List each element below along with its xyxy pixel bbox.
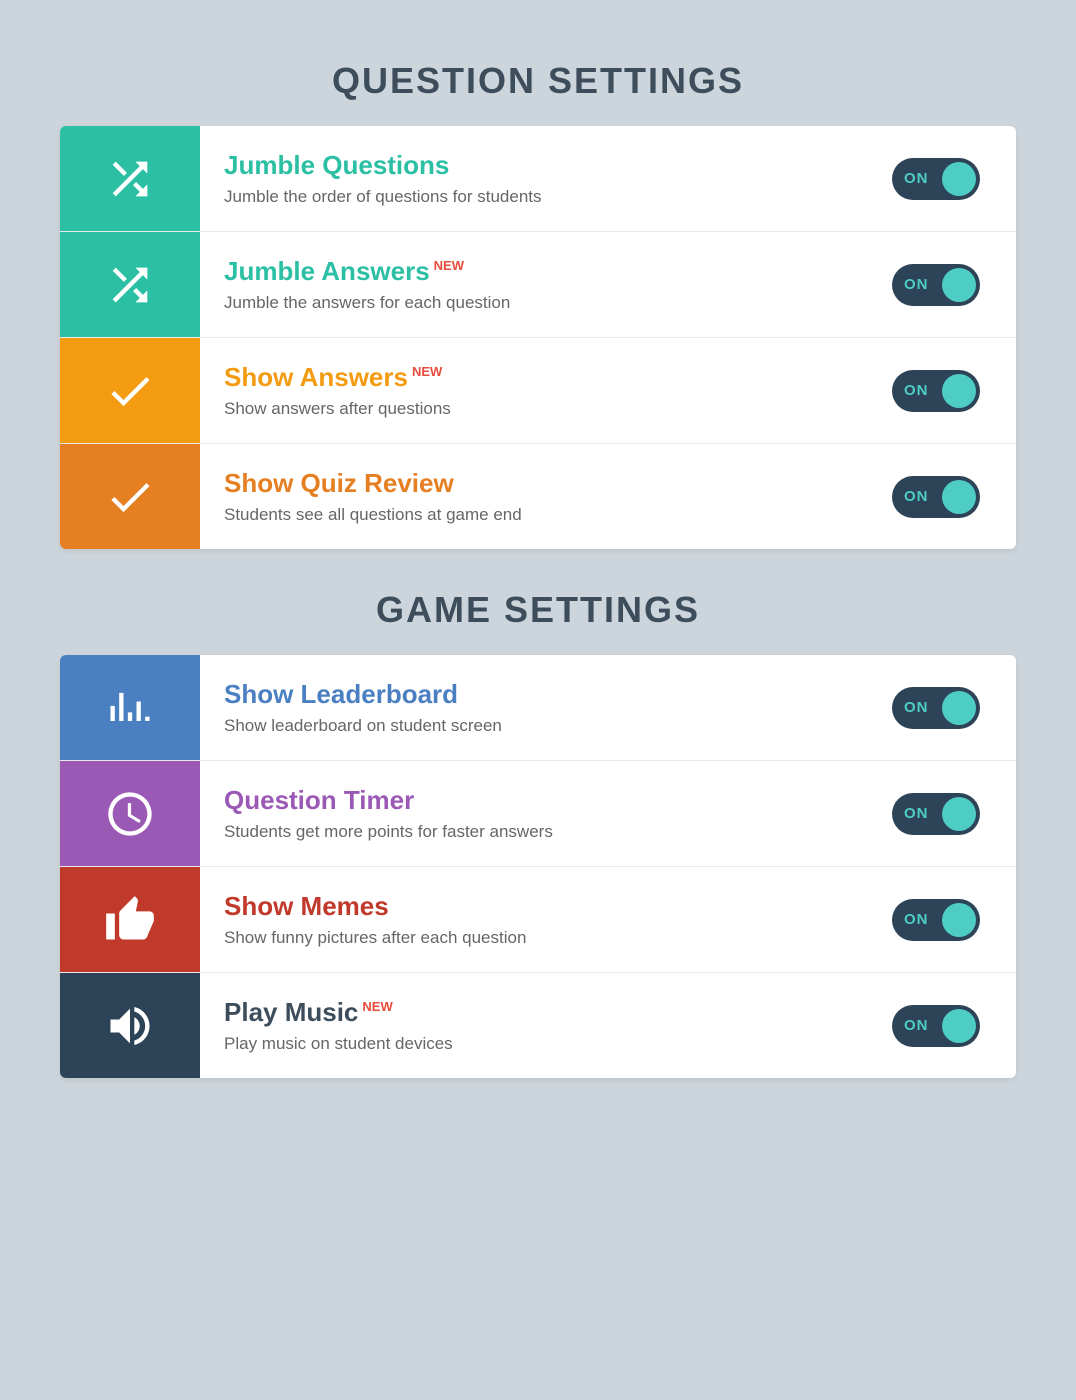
toggle-switch[interactable]: ON: [892, 899, 980, 941]
toggle-switch[interactable]: ON: [892, 793, 980, 835]
show-answers-row: Show AnswersNEW Show answers after quest…: [60, 338, 1016, 444]
toggle-label: ON: [904, 276, 929, 293]
show-quiz-review-content: Show Quiz Review Students see all questi…: [200, 448, 872, 545]
show-memes-toggle[interactable]: ON: [872, 899, 1016, 941]
show-leaderboard-toggle[interactable]: ON: [872, 687, 1016, 729]
jumble-answers-content: Jumble AnswersNEW Jumble the answers for…: [200, 236, 872, 333]
show-memes-row: Show Memes Show funny pictures after eac…: [60, 867, 1016, 973]
show-leaderboard-desc: Show leaderboard on student screen: [224, 716, 848, 736]
toggle-label: ON: [904, 382, 929, 399]
question-timer-toggle[interactable]: ON: [872, 793, 1016, 835]
question-timer-content: Question Timer Students get more points …: [200, 765, 872, 862]
toggle-knob: [942, 1009, 976, 1043]
toggle-label: ON: [904, 911, 929, 928]
show-leaderboard-row: Show Leaderboard Show leaderboard on stu…: [60, 655, 1016, 761]
show-answers-title: Show AnswersNEW: [224, 362, 848, 393]
game-settings-card: Show Leaderboard Show leaderboard on stu…: [60, 655, 1016, 1078]
show-leaderboard-title: Show Leaderboard: [224, 679, 848, 710]
toggle-switch[interactable]: ON: [892, 158, 980, 200]
question-timer-desc: Students get more points for faster answ…: [224, 822, 848, 842]
toggle-label: ON: [904, 805, 929, 822]
play-music-content: Play MusicNEW Play music on student devi…: [200, 977, 872, 1074]
show-memes-content: Show Memes Show funny pictures after eac…: [200, 871, 872, 968]
jumble-questions-row: Jumble Questions Jumble the order of que…: [60, 126, 1016, 232]
toggle-knob: [942, 480, 976, 514]
show-memes-icon: [60, 867, 200, 972]
jumble-questions-content: Jumble Questions Jumble the order of que…: [200, 130, 872, 227]
jumble-answers-toggle[interactable]: ON: [872, 264, 1016, 306]
new-badge: NEW: [412, 364, 442, 379]
question-timer-icon: [60, 761, 200, 866]
toggle-knob: [942, 268, 976, 302]
jumble-answers-title: Jumble AnswersNEW: [224, 256, 848, 287]
jumble-answers-desc: Jumble the answers for each question: [224, 293, 848, 313]
show-quiz-review-row: Show Quiz Review Students see all questi…: [60, 444, 1016, 549]
play-music-icon: [60, 973, 200, 1078]
toggle-label: ON: [904, 488, 929, 505]
question-timer-title: Question Timer: [224, 785, 848, 816]
show-quiz-review-toggle[interactable]: ON: [872, 476, 1016, 518]
jumble-answers-row: Jumble AnswersNEW Jumble the answers for…: [60, 232, 1016, 338]
show-answers-icon: [60, 338, 200, 443]
toggle-switch[interactable]: ON: [892, 370, 980, 412]
show-memes-title: Show Memes: [224, 891, 848, 922]
toggle-label: ON: [904, 699, 929, 716]
show-quiz-review-title: Show Quiz Review: [224, 468, 848, 499]
jumble-questions-title: Jumble Questions: [224, 150, 848, 181]
toggle-knob: [942, 797, 976, 831]
toggle-switch[interactable]: ON: [892, 1005, 980, 1047]
jumble-questions-icon: [60, 126, 200, 231]
show-leaderboard-icon: [60, 655, 200, 760]
show-quiz-review-icon: [60, 444, 200, 549]
show-quiz-review-desc: Students see all questions at game end: [224, 505, 848, 525]
toggle-knob: [942, 691, 976, 725]
question-timer-row: Question Timer Students get more points …: [60, 761, 1016, 867]
play-music-title: Play MusicNEW: [224, 997, 848, 1028]
toggle-label: ON: [904, 170, 929, 187]
show-answers-toggle[interactable]: ON: [872, 370, 1016, 412]
question-settings-title: QUESTION SETTINGS: [60, 60, 1016, 102]
toggle-switch[interactable]: ON: [892, 476, 980, 518]
show-leaderboard-content: Show Leaderboard Show leaderboard on stu…: [200, 659, 872, 756]
toggle-switch[interactable]: ON: [892, 687, 980, 729]
toggle-knob: [942, 374, 976, 408]
question-settings-card: Jumble Questions Jumble the order of que…: [60, 126, 1016, 549]
jumble-questions-desc: Jumble the order of questions for studen…: [224, 187, 848, 207]
new-badge: NEW: [434, 258, 464, 273]
jumble-questions-toggle[interactable]: ON: [872, 158, 1016, 200]
show-answers-desc: Show answers after questions: [224, 399, 848, 419]
toggle-knob: [942, 162, 976, 196]
play-music-desc: Play music on student devices: [224, 1034, 848, 1054]
new-badge: NEW: [362, 999, 392, 1014]
toggle-label: ON: [904, 1017, 929, 1034]
show-memes-desc: Show funny pictures after each question: [224, 928, 848, 948]
game-settings-title: GAME SETTINGS: [60, 589, 1016, 631]
jumble-answers-icon: [60, 232, 200, 337]
play-music-row: Play MusicNEW Play music on student devi…: [60, 973, 1016, 1078]
toggle-knob: [942, 903, 976, 937]
show-answers-content: Show AnswersNEW Show answers after quest…: [200, 342, 872, 439]
play-music-toggle[interactable]: ON: [872, 1005, 1016, 1047]
toggle-switch[interactable]: ON: [892, 264, 980, 306]
